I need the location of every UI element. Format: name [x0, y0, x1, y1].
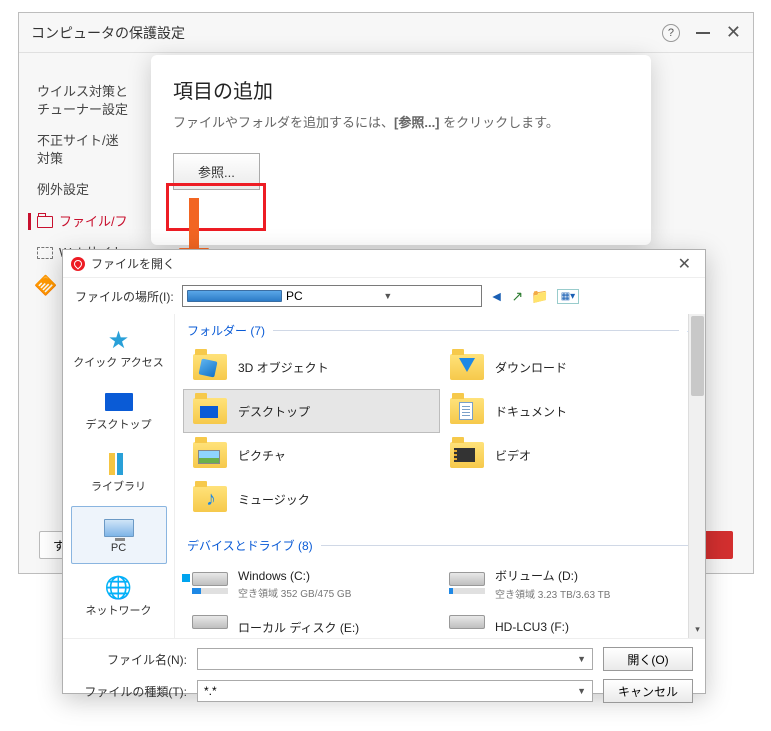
sidebar-item-virus[interactable]: ウイルス対策と チューナー設定 [37, 83, 167, 118]
sidebar-item-fraud[interactable]: 不正サイト/迷 対策 [37, 132, 167, 167]
browse-button[interactable]: 参照... [173, 153, 260, 190]
drive-icon [449, 572, 485, 586]
back-icon[interactable]: ◄ [490, 288, 504, 304]
pc-icon [104, 519, 134, 537]
folder-pictures[interactable]: ピクチャ [183, 433, 440, 477]
help-icon[interactable]: ? [662, 24, 680, 42]
sidebar-subitem-files[interactable]: ファイル/フ [28, 213, 167, 231]
pc-icon [187, 290, 282, 302]
chevron-down-icon: ▼ [383, 291, 476, 301]
settings-titlebar: コンピュータの保護設定 ? ✕ [19, 13, 753, 53]
close-button[interactable]: ✕ [726, 22, 741, 43]
trendmicro-icon [71, 257, 85, 271]
scrollbar[interactable]: ▴ ▾ [688, 314, 705, 638]
dialog-titlebar: ファイルを開く ✕ [63, 250, 705, 278]
document-icon [459, 402, 473, 420]
file-open-dialog: ファイルを開く ✕ ファイルの場所(I): PC ▼ ◄ ↗ 📁 ▦▾ ★ クイ… [62, 249, 706, 694]
panel-description: ファイルやフォルダを追加するには、[参照...] をクリックします。 [173, 112, 629, 131]
folder-documents[interactable]: ドキュメント [440, 389, 697, 433]
cancel-button[interactable]: キャンセル [603, 679, 693, 703]
drive-icon [192, 572, 228, 586]
location-combobox[interactable]: PC ▼ [182, 285, 482, 307]
drive-e[interactable]: ローカル ディスク (E:) [183, 608, 440, 638]
open-button[interactable]: 開く(O) [603, 647, 693, 671]
file-list: フォルダー (7) ˄ 3D オブジェクト ダウンロード デスクトップ [175, 314, 705, 638]
scroll-thumb[interactable] [691, 316, 704, 396]
wifi-icon: 📶 [33, 272, 59, 298]
desktop-overlay-icon [200, 406, 218, 418]
drive-d[interactable]: ボリューム (D:) 空き領域 3.23 TB/3.63 TB [440, 560, 697, 608]
view-icon[interactable]: ▦▾ [557, 289, 579, 304]
web-icon [37, 247, 53, 259]
places-bar: ★ クイック アクセス デスクトップ ライブラリ PC 🌐 ネットワーク [63, 314, 175, 638]
minimize-button[interactable] [696, 32, 710, 34]
place-desktop[interactable]: デスクトップ [71, 382, 167, 440]
folder-music[interactable]: ♪ ミュージック [183, 477, 440, 521]
drive-f[interactable]: HD-LCU3 (F:) [440, 608, 697, 638]
dialog-title: ファイルを開く [91, 255, 175, 272]
drive-icon [192, 615, 228, 629]
up-icon[interactable]: ↗ [512, 288, 524, 305]
section-devices[interactable]: デバイスとドライブ (8) [175, 529, 705, 558]
desktop-icon [105, 393, 133, 411]
location-row: ファイルの場所(I): PC ▼ ◄ ↗ 📁 ▦▾ [63, 278, 705, 314]
location-value: PC [286, 289, 379, 303]
folder-desktop[interactable]: デスクトップ [183, 389, 440, 433]
drive-c[interactable]: Windows (C:) 空き領域 352 GB/475 GB [183, 560, 440, 608]
section-folders[interactable]: フォルダー (7) ˄ [175, 314, 705, 343]
star-icon: ★ [103, 328, 135, 352]
network-icon: 🌐 [103, 576, 135, 600]
filetype-label: ファイルの種類(T): [75, 683, 187, 700]
new-folder-icon[interactable]: 📁 [531, 288, 548, 305]
drive-icon [449, 615, 485, 629]
chevron-down-icon: ▼ [577, 654, 586, 664]
library-icon [109, 453, 129, 475]
filename-label: ファイル名(N): [75, 651, 187, 668]
music-icon: ♪ [206, 488, 216, 511]
cube-icon [199, 359, 218, 378]
highlight-annotation [166, 183, 266, 231]
place-pc[interactable]: PC [71, 506, 167, 564]
chevron-down-icon: ▼ [577, 686, 586, 696]
download-icon [459, 358, 475, 372]
location-toolbar: ◄ ↗ 📁 ▦▾ [490, 288, 580, 305]
filename-combobox[interactable]: ▼ [197, 648, 593, 670]
filetype-combobox[interactable]: *.* ▼ [197, 680, 593, 702]
folder-icon [37, 216, 53, 228]
place-network[interactable]: 🌐 ネットワーク [71, 568, 167, 626]
place-library[interactable]: ライブラリ [71, 444, 167, 502]
dialog-close-button[interactable]: ✕ [672, 254, 697, 274]
folder-downloads[interactable]: ダウンロード [440, 345, 697, 389]
sidebar-item-exceptions[interactable]: 例外設定 [37, 181, 167, 199]
panel-title: 項目の追加 [173, 75, 629, 104]
location-label: ファイルの場所(I): [75, 288, 174, 305]
scroll-down-icon[interactable]: ▾ [689, 621, 705, 638]
video-icon [457, 448, 475, 462]
folder-videos[interactable]: ビデオ [440, 433, 697, 477]
folder-3d-objects[interactable]: 3D オブジェクト [183, 345, 440, 389]
picture-icon [198, 450, 220, 464]
place-quick-access[interactable]: ★ クイック アクセス [71, 320, 167, 378]
settings-title: コンピュータの保護設定 [31, 23, 662, 43]
dialog-footer: ファイル名(N): ▼ 開く(O) ファイルの種類(T): *.* ▼ キャンセ… [63, 638, 705, 711]
add-item-panel: 項目の追加 ファイルやフォルダを追加するには、[参照...] をクリックします。… [151, 55, 651, 245]
